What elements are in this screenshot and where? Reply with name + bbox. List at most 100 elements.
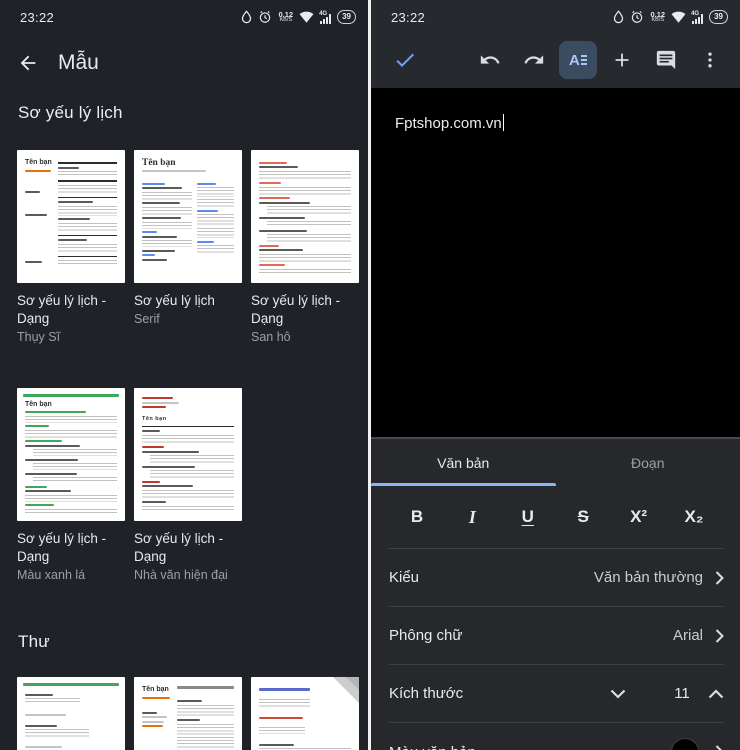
network-speed-indicator: 0.12 KB/S (650, 9, 666, 23)
network-speed-indicator: 0.12 KB/S (278, 9, 294, 23)
status-icons: 0.12 KB/S 4G 39 (613, 10, 728, 24)
alarm-clock-icon (260, 11, 271, 23)
cell-signal-icon: 4G (319, 11, 332, 24)
font-row[interactable]: Phông chữ Arial (371, 607, 740, 664)
template-card-letter-1[interactable] (17, 677, 125, 750)
template-thumbnail: Tên bạn (17, 150, 125, 283)
chevron-right-icon (715, 570, 724, 585)
section-title-resume: Sơ yếu lý lịch (18, 103, 123, 122)
alarm-clock-icon (632, 11, 643, 23)
template-row-3: Tên bạn (17, 677, 359, 750)
font-label: Phông chữ (389, 627, 463, 644)
water-drop-icon (242, 10, 252, 24)
redo-icon (524, 55, 544, 64)
italic-button[interactable]: I (452, 497, 492, 537)
statusbar-right: 23:22 0.12 KB/S 4G 39 (371, 0, 740, 30)
template-name: Sơ yếu lý lịch - Dạng (17, 293, 107, 326)
templates-header: Mẫu (0, 36, 368, 90)
insert-button[interactable] (600, 38, 644, 82)
decrease-size-chevron-down-icon[interactable] (610, 689, 626, 699)
superscript-button[interactable]: X² (619, 497, 659, 537)
template-card-letter-2[interactable]: Tên bạn (134, 677, 242, 750)
template-variant: Thụy Sĩ (17, 330, 61, 344)
check-icon (396, 53, 414, 67)
text-color-swatch (671, 738, 699, 750)
template-thumbnail (17, 677, 125, 750)
status-icons: 0.12 KB/S 4G 39 (241, 10, 356, 24)
active-tab-indicator (371, 483, 556, 486)
editor-screen: 23:22 0.12 KB/S 4G 39 A Fptshop.com.vn V… (371, 0, 740, 750)
document-canvas[interactable]: Fptshop.com.vn (371, 88, 740, 437)
document-text: Fptshop.com.vn (395, 114, 505, 132)
plus-icon (615, 53, 629, 67)
style-row[interactable]: Kiểu Văn bản thường (371, 549, 740, 606)
style-label: Kiểu (389, 569, 420, 586)
text-cursor (502, 114, 505, 131)
font-size-label: Kích thước (389, 685, 464, 702)
overflow-menu-button[interactable] (688, 38, 732, 82)
template-variant: Serif (134, 312, 160, 326)
template-card-resume-swiss[interactable]: Tên bạn Sơ yếu lý lịch - Dạng Thụy Sĩ (17, 150, 125, 346)
comment-button[interactable] (644, 38, 688, 82)
template-name: Sơ yếu lý lịch - Dạng (17, 531, 107, 564)
template-variant: Màu xanh lá (17, 568, 86, 582)
wifi-icon (671, 11, 686, 23)
template-variant: Nhà văn hiện đại (134, 568, 228, 582)
editor-toolbar: A (371, 34, 740, 86)
undo-icon (480, 55, 500, 64)
statusbar-left: 23:22 0.12 KB/S 4G 39 (0, 0, 368, 30)
clock-time: 23:22 (391, 9, 426, 25)
underline-button[interactable]: U (508, 497, 548, 537)
format-text-icon: A (569, 52, 587, 69)
font-size-row: Kích thước 11 (371, 665, 740, 722)
template-thumbnail (251, 150, 359, 283)
back-button[interactable] (6, 41, 50, 85)
template-card-resume-green[interactable]: Tên bạn Sơ yếu lý lịch - Dạng Màu xanh l… (17, 388, 125, 584)
template-variant: San hô (251, 330, 291, 344)
screen: 23:22 0.12 KB/S 4G 39 Mẫu Sơ yếu lý lịch… (0, 0, 740, 750)
battery-icon: 39 (337, 10, 356, 24)
template-row-1: Tên bạn Sơ yếu lý lịch - Dạng Thụy Sĩ Tê… (17, 150, 359, 346)
bold-button[interactable]: B (397, 497, 437, 537)
battery-icon: 39 (709, 10, 728, 24)
text-color-label: Màu văn bản (389, 744, 476, 750)
text-color-row[interactable]: Màu văn bản (371, 723, 740, 750)
water-drop-icon (614, 10, 624, 24)
style-value: Văn bản thường (593, 569, 703, 586)
strikethrough-button[interactable]: S (563, 497, 603, 537)
format-panel: Văn bản Đoạn B I U S X² X₂ Kiểu Văn bản … (371, 437, 740, 750)
template-thumbnail: Tên bạn (134, 150, 242, 283)
chevron-right-icon (715, 745, 722, 750)
page-title: Mẫu (58, 51, 99, 74)
tab-paragraph[interactable]: Đoạn (556, 439, 740, 486)
done-button[interactable] (383, 38, 427, 82)
format-button-active-background: A (559, 41, 597, 79)
template-thumbnail: Tên bạn (134, 677, 242, 750)
font-size-value: 11 (674, 685, 690, 702)
template-thumbnail: Tên bạn (17, 388, 125, 521)
undo-button[interactable] (468, 38, 512, 82)
template-card-resume-serif[interactable]: Tên bạn Sơ yếu lý lịch Serif (134, 150, 242, 346)
template-name: Sơ yếu lý lịch - Dạng (251, 293, 341, 326)
redo-button[interactable] (512, 38, 556, 82)
templates-screen: 23:22 0.12 KB/S 4G 39 Mẫu Sơ yếu lý lịch… (0, 0, 368, 750)
clock-time: 23:22 (20, 9, 55, 25)
text-style-buttons: B I U S X² X₂ (371, 486, 740, 548)
cell-signal-icon: 4G (691, 11, 704, 24)
arrow-back-icon (20, 55, 36, 71)
template-card-letter-3[interactable] (251, 677, 359, 750)
template-thumbnail (251, 677, 359, 750)
template-name: Sơ yếu lý lịch - Dạng (134, 531, 224, 564)
comment-icon (656, 50, 676, 70)
template-thumbnail: Tên bạn (134, 388, 242, 521)
svg-text:A: A (569, 52, 580, 69)
format-button[interactable]: A (556, 38, 600, 82)
subscript-button[interactable]: X₂ (674, 497, 714, 537)
template-card-resume-coral[interactable]: Sơ yếu lý lịch - Dạng San hô (251, 150, 359, 346)
font-value: Arial (672, 627, 703, 644)
template-card-resume-modern-writer[interactable]: Tên bạn Sơ yếu lý lịch - Dạng Nhà văn hi… (134, 388, 242, 584)
wifi-icon (299, 11, 314, 23)
template-name: Sơ yếu lý lịch (134, 293, 215, 308)
tab-text[interactable]: Văn bản (371, 439, 556, 486)
increase-size-chevron-up-icon[interactable] (708, 688, 724, 699)
